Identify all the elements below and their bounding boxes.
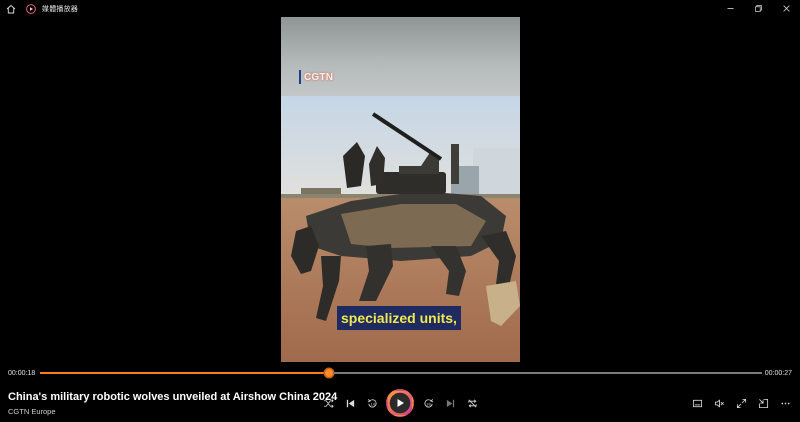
svg-text:30: 30 <box>426 402 431 406</box>
captions-icon <box>692 399 702 407</box>
volume-mute-icon <box>714 398 724 408</box>
more-icon <box>780 402 790 404</box>
play-icon <box>397 399 404 407</box>
close-button[interactable] <box>772 0 800 17</box>
restore-button[interactable] <box>744 0 772 17</box>
mini-player-icon <box>758 398 768 408</box>
minimize-button[interactable] <box>716 0 744 17</box>
fullscreen-icon <box>736 398 746 408</box>
repeat-button[interactable] <box>461 392 483 414</box>
seek-bar-progress <box>40 372 329 374</box>
app-title: 媒體播放器 <box>42 5 78 13</box>
video-subtitle: specialized units, <box>337 306 461 330</box>
seek-bar-thumb[interactable] <box>324 369 333 377</box>
restore-icon <box>754 5 762 12</box>
seek-bar[interactable] <box>40 369 762 377</box>
video-upper-band <box>281 17 520 96</box>
media-player-logo-icon <box>26 3 36 14</box>
previous-button[interactable] <box>339 392 361 414</box>
shuffle-icon <box>323 398 334 408</box>
skip-back-10-button[interactable]: 10 <box>361 392 383 414</box>
transport-controls: 10 30 <box>317 389 483 417</box>
media-artist: CGTN Europe <box>8 407 56 416</box>
media-title: China's military robotic wolves unveiled… <box>8 391 338 403</box>
mini-player-button[interactable] <box>752 392 774 414</box>
svg-text:10: 10 <box>370 402 375 406</box>
shuffle-button[interactable] <box>317 392 339 414</box>
close-icon <box>782 5 790 12</box>
home-button[interactable] <box>0 0 22 17</box>
logo-bar <box>299 70 301 84</box>
current-time: 00:00:18 <box>8 370 36 377</box>
captions-button[interactable] <box>686 392 708 414</box>
playback-controls: 00:00:18 00:00:27 China's military robot… <box>0 362 800 422</box>
next-icon <box>446 399 454 407</box>
previous-icon <box>346 399 354 407</box>
total-time: 00:00:27 <box>764 370 792 377</box>
volume-button[interactable] <box>708 392 730 414</box>
extra-controls <box>686 392 796 414</box>
video-frame[interactable]: CGTN specialized units, <box>281 0 520 362</box>
home-icon <box>6 4 16 13</box>
play-button[interactable] <box>386 389 414 417</box>
skip-forward-30-icon: 30 <box>423 398 433 407</box>
repeat-off-icon <box>467 399 477 407</box>
fullscreen-button[interactable] <box>730 392 752 414</box>
channel-watermark: CGTN <box>299 70 333 84</box>
next-button[interactable] <box>439 392 461 414</box>
window-controls <box>716 0 800 17</box>
skip-forward-30-button[interactable]: 30 <box>417 392 439 414</box>
skip-back-10-icon: 10 <box>367 398 377 407</box>
more-options-button[interactable] <box>774 392 796 414</box>
channel-logo-text: CGTN <box>304 71 334 83</box>
minimize-icon <box>727 8 733 9</box>
title-bar: 媒體播放器 <box>0 0 800 17</box>
